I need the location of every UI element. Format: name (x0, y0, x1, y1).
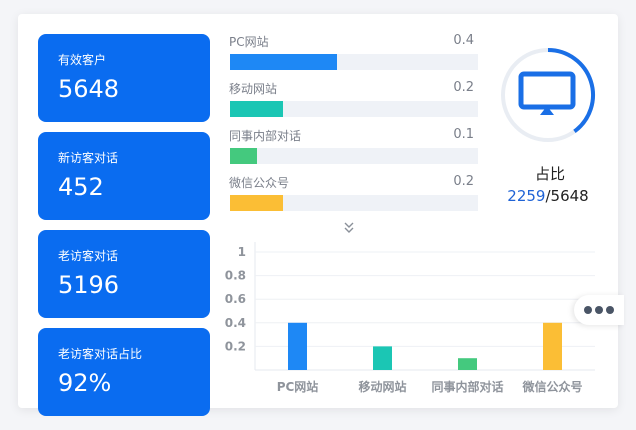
channel-share: 0.2 (453, 80, 474, 95)
channel-progress-fill (230, 148, 257, 164)
ratio-value: 2259/5648 (490, 187, 606, 205)
channel-progress-track (230, 54, 478, 70)
channel-progress-fill (230, 195, 284, 211)
stat-label: 新访客对话 (58, 151, 119, 165)
stat-card-returning-visitor-chats[interactable]: 老访客对话 5196 (38, 230, 210, 318)
channel-share: 0.1 (453, 127, 474, 142)
channel-name: 移动网站 (229, 82, 278, 96)
stat-value: 5196 (58, 271, 120, 299)
stat-card-new-visitor-chats[interactable]: 新访客对话 452 (38, 132, 210, 220)
ratio-ring-graphic (501, 48, 595, 142)
channel-name: 同事内部对话 (229, 129, 302, 143)
stat-value: 92% (58, 369, 112, 397)
stat-value: 452 (58, 173, 104, 201)
more-dots-icon (606, 306, 614, 314)
double-chevron-down-icon[interactable] (341, 220, 357, 236)
stat-label: 老访客对话占比 (58, 347, 143, 361)
stat-label: 有效客户 (58, 53, 107, 67)
channel-progress-fill (230, 101, 284, 117)
more-dots-icon (595, 306, 603, 314)
ratio-title: 占比 (534, 165, 565, 183)
stat-card-valid-customers[interactable]: 有效客户 5648 (38, 34, 210, 122)
channel-share: 0.4 (453, 33, 474, 48)
channel-name: PC网站 (229, 35, 269, 49)
more-dots-icon (584, 306, 592, 314)
stat-value: 5648 (58, 75, 120, 103)
ratio-total: 5648 (550, 187, 589, 205)
stat-card-returning-visitor-ratio[interactable]: 老访客对话占比 92% (38, 328, 210, 416)
stat-label: 老访客对话 (58, 249, 119, 263)
ratio-ring (497, 44, 599, 146)
monitor-icon (518, 71, 576, 115)
channel-progress-track (230, 148, 478, 164)
more-options-button[interactable] (574, 295, 624, 325)
channel-name: 微信公众号 (229, 176, 290, 190)
channel-progress-track (230, 101, 478, 117)
ratio-part: 2259 (507, 187, 546, 205)
channel-share: 0.2 (453, 174, 474, 189)
channel-progress-fill (230, 54, 337, 70)
channel-progress-track (230, 195, 478, 211)
